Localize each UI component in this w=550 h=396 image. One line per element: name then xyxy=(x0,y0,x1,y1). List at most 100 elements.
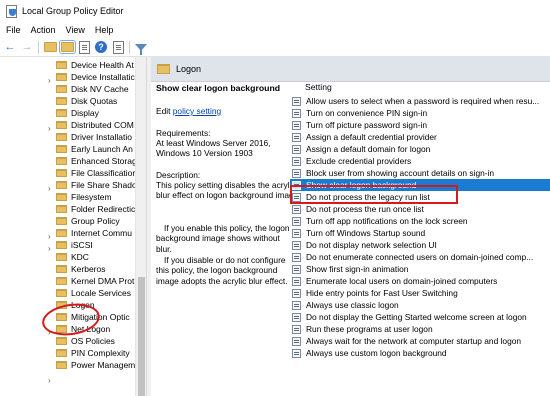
tree-item-internet-communication[interactable]: Internet Commu xyxy=(56,227,146,239)
folder-icon xyxy=(56,169,67,177)
expand-arrow-icon[interactable]: › xyxy=(48,77,53,85)
policy-setting-icon xyxy=(292,168,301,178)
tree-item-early-launch[interactable]: Early Launch An xyxy=(56,143,146,155)
expand-arrow-icon[interactable]: › xyxy=(48,233,53,241)
setting-row[interactable]: Run these programs at user logon xyxy=(290,323,550,335)
tree-scrollbar-thumb[interactable] xyxy=(138,277,145,396)
setting-row[interactable]: Do not enumerate connected users on doma… xyxy=(290,251,550,263)
help-icon[interactable]: ? xyxy=(94,40,108,54)
tree-item-disk-quotas[interactable]: Disk Quotas xyxy=(56,95,146,107)
folder-icon xyxy=(56,73,67,81)
policy-setting-icon xyxy=(292,264,301,274)
policy-setting-icon xyxy=(292,216,301,226)
setting-row[interactable]: Turn off app notifications on the lock s… xyxy=(290,215,550,227)
setting-row[interactable]: Exclude credential providers xyxy=(290,155,550,167)
tree-item-disk-nv-cache[interactable]: Disk NV Cache xyxy=(56,83,146,95)
tree-item-os-policies[interactable]: OS Policies xyxy=(56,335,146,347)
navigation-tree[interactable]: › › › › › › › Device Health At Device In… xyxy=(0,57,146,396)
tree-item-file-classification[interactable]: File Classificatior xyxy=(56,167,146,179)
details-pane: Logon Show clear logon background Edit p… xyxy=(151,57,550,396)
tree-item-kerberos[interactable]: Kerberos xyxy=(56,263,146,275)
tree-item-distributed-com[interactable]: Distributed COM xyxy=(56,119,146,131)
tree-item-driver-installation[interactable]: Driver Installatio xyxy=(56,131,146,143)
policy-setting-icon xyxy=(292,252,301,262)
tree-item-iscsi[interactable]: iSCSI xyxy=(56,239,146,251)
setting-row[interactable]: Enumerate local users on domain-joined c… xyxy=(290,275,550,287)
folder-icon xyxy=(56,253,67,261)
setting-row[interactable]: Hide entry points for Fast User Switchin… xyxy=(290,287,550,299)
policy-setting-icon xyxy=(292,348,301,358)
folder-icon xyxy=(56,265,67,273)
setting-row[interactable]: Always use custom logon background xyxy=(290,347,550,359)
expand-arrow-icon[interactable]: › xyxy=(48,185,53,193)
folder-icon xyxy=(56,85,67,93)
description-text: This policy setting disables the acrylic… xyxy=(156,180,301,201)
folder-icon xyxy=(56,241,67,249)
menu-file[interactable]: File xyxy=(0,25,26,35)
menu-view[interactable]: View xyxy=(61,25,90,35)
pane-header-title: Logon xyxy=(176,64,202,74)
back-arrow-icon[interactable]: ← xyxy=(3,40,17,54)
properties-icon[interactable] xyxy=(77,40,91,54)
setting-row[interactable]: Block user from showing account details … xyxy=(290,167,550,179)
setting-row[interactable]: Turn off picture password sign-in xyxy=(290,119,550,131)
tree-item-display[interactable]: Display xyxy=(56,107,146,119)
tree-item-device-health[interactable]: Device Health At xyxy=(56,59,146,71)
setting-row[interactable]: Assign a default credential provider xyxy=(290,131,550,143)
setting-row[interactable]: Do not display the Getting Started welco… xyxy=(290,311,550,323)
folder-icon xyxy=(56,337,67,345)
setting-row[interactable]: Assign a default domain for logon xyxy=(290,143,550,155)
description-enable-paragraph: If you enable this policy, the logon bac… xyxy=(156,223,290,254)
tree-item-filesystem[interactable]: Filesystem xyxy=(56,191,146,203)
up-folder-icon[interactable] xyxy=(43,40,57,54)
menu-help[interactable]: Help xyxy=(90,25,119,35)
folder-icon xyxy=(157,64,170,74)
setting-row[interactable]: Show first sign-in animation xyxy=(290,263,550,275)
policy-setting-icon xyxy=(292,144,301,154)
tree-item-pin-complexity[interactable]: PIN Complexity xyxy=(56,347,146,359)
tree-item-locale-services[interactable]: Locale Services xyxy=(56,287,146,299)
tree-item-power-management[interactable]: Power Managem xyxy=(56,359,146,371)
forward-arrow-icon[interactable]: → xyxy=(20,40,34,54)
pane-header: Logon xyxy=(151,57,550,82)
menu-action[interactable]: Action xyxy=(26,25,61,35)
expand-arrow-icon[interactable]: › xyxy=(48,377,53,385)
toolbar-separator xyxy=(129,40,130,54)
annotation-highlight-box xyxy=(290,185,458,204)
tree-item-device-installation[interactable]: Device Installatic xyxy=(56,71,146,83)
toolbar-separator xyxy=(38,40,39,54)
tree-item-enhanced-storage[interactable]: Enhanced Storag xyxy=(56,155,146,167)
setting-row[interactable]: Turn off Windows Startup sound xyxy=(290,227,550,239)
show-hide-tree-icon[interactable] xyxy=(58,40,76,54)
tree-item-kernel-dma[interactable]: Kernel DMA Prot xyxy=(56,275,146,287)
setting-row[interactable]: Do not process the run once list xyxy=(290,203,550,215)
tree-item-group-policy[interactable]: Group Policy xyxy=(56,215,146,227)
folder-icon xyxy=(56,277,67,285)
tree-item-folder-redirection[interactable]: Folder Redirectic xyxy=(56,203,146,215)
folder-icon xyxy=(56,349,67,357)
policy-setting-link[interactable]: policy setting xyxy=(173,106,221,116)
setting-row[interactable]: Do not display network selection UI xyxy=(290,239,550,251)
tree-item-file-share-shadow[interactable]: File Share Shado xyxy=(56,179,146,191)
policy-setting-icon xyxy=(292,156,301,166)
policy-setting-icon xyxy=(292,336,301,346)
setting-row[interactable]: Always wait for the network at computer … xyxy=(290,335,550,347)
policy-setting-icon xyxy=(292,120,301,130)
policy-setting-icon xyxy=(292,96,301,106)
expand-arrow-icon[interactable]: › xyxy=(48,125,53,133)
setting-row[interactable]: Allow users to select when a password is… xyxy=(290,95,550,107)
setting-row[interactable]: Turn on convenience PIN sign-in xyxy=(290,107,550,119)
folder-icon xyxy=(56,97,67,105)
edit-prefix: Edit xyxy=(156,106,171,116)
description-heading: Description: xyxy=(156,170,201,180)
tree-item-kdc[interactable]: KDC xyxy=(56,251,146,263)
description-disable-paragraph: If you disable or do not configure this … xyxy=(156,255,288,286)
filter-icon[interactable] xyxy=(134,40,148,55)
setting-row[interactable]: Always use classic logon xyxy=(290,299,550,311)
folder-icon xyxy=(56,217,67,225)
policy-setting-icon xyxy=(292,132,301,142)
show-hide-action-pane-icon[interactable] xyxy=(111,40,125,54)
title-bar: Local Group Policy Editor xyxy=(0,0,550,21)
group-policy-icon xyxy=(5,4,17,18)
expand-arrow-icon[interactable]: › xyxy=(48,245,53,253)
